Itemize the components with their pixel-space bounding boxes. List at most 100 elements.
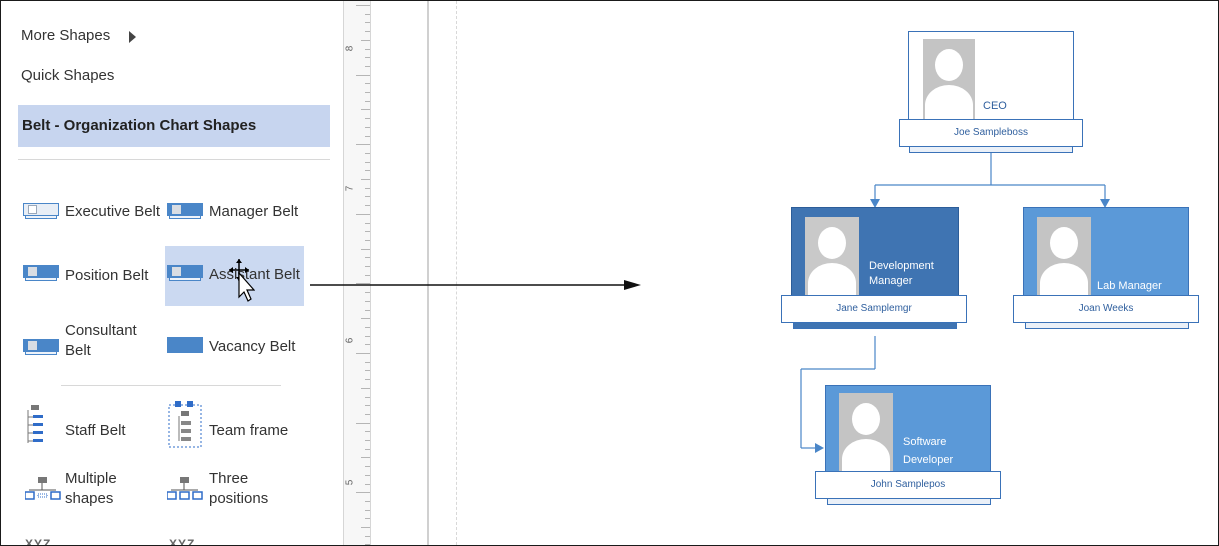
- ruler-tick: [365, 135, 370, 137]
- ruler-tick: [365, 448, 370, 450]
- ruler-tick: [361, 179, 370, 180]
- org-box-dev-manager[interactable]: Development Manager Jane Samplemgr: [781, 207, 973, 339]
- shape-three-positions[interactable]: Three positions: [167, 467, 307, 509]
- page-edge: [427, 1, 429, 545]
- ceo-photo-placeholder: [923, 39, 975, 119]
- ruler-tick: [365, 440, 370, 441]
- multiple-shapes-icon: [25, 477, 61, 500]
- stencil-title: Belt - Organization Chart Shapes: [22, 117, 257, 134]
- dev-manager-name-bar: Jane Samplemgr: [781, 295, 967, 323]
- position-belt-icon: [23, 265, 59, 281]
- shape-label: Staff Belt: [65, 422, 126, 439]
- shape-consultant-belt[interactable]: Consultant Belt: [23, 321, 158, 363]
- ruler-tick: [365, 544, 370, 545]
- ruler-tick: [365, 431, 370, 433]
- ruler-tick: [365, 126, 370, 128]
- ruler-tick: [365, 379, 370, 381]
- ruler-tick: [361, 527, 370, 528]
- ruler-tick: [365, 266, 370, 267]
- software-dev-title-line1: Software: [903, 436, 947, 448]
- ruler-tick: [361, 318, 370, 320]
- ruler-tick: [365, 500, 370, 502]
- ruler-tick: [365, 466, 370, 468]
- ruler-label: 5: [344, 479, 356, 486]
- ruler-tick: [365, 170, 370, 172]
- dev-manager-photo-placeholder: [805, 217, 859, 299]
- shape-xyz-1[interactable]: XYZ: [25, 537, 51, 545]
- ruler-tick: [365, 309, 370, 311]
- org-box-software-developer[interactable]: Software Developer John Samplepos: [815, 385, 1005, 517]
- quick-shapes-menu[interactable]: Quick Shapes: [21, 67, 114, 84]
- manager-belt-icon: [167, 203, 203, 219]
- dev-manager-title-line1: Development: [869, 260, 934, 272]
- ruler-tick: [365, 518, 370, 520]
- ruler-tick: [365, 48, 370, 50]
- shape-label-line2: positions: [209, 490, 269, 507]
- shape-label: Team frame: [209, 422, 289, 439]
- ruler-tick: [365, 326, 370, 328]
- ruler-tick: [365, 509, 370, 511]
- ruler-tick: [365, 100, 370, 102]
- ruler-tick: [361, 248, 370, 250]
- move-cursor-icon: [229, 259, 255, 302]
- shape-executive-belt[interactable]: Executive Belt: [23, 197, 160, 239]
- software-dev-name-bar: John Samplepos: [815, 471, 1001, 499]
- shape-position-belt[interactable]: Position Belt: [23, 263, 158, 305]
- ruler-tick: [356, 353, 370, 354]
- stencil-belt-org-chart[interactable]: Belt - Organization Chart Shapes: [18, 105, 330, 147]
- shape-multiple-shapes[interactable]: Multiple shapes: [23, 467, 158, 509]
- org-box-ceo[interactable]: CEO Joe Sampleboss: [899, 31, 1087, 157]
- ruler-tick: [365, 83, 370, 85]
- shape-label-line1: Consultant: [65, 322, 137, 339]
- ruler-tick: [365, 92, 370, 93]
- ruler-tick: [356, 74, 370, 76]
- ruler-tick: [365, 57, 370, 59]
- lab-manager-title: Lab Manager: [1097, 280, 1162, 292]
- ruler-tick: [365, 405, 370, 407]
- ruler-tick: [365, 413, 370, 415]
- three-positions-icon: [167, 477, 203, 500]
- dev-manager-foot: [793, 323, 957, 329]
- shape-manager-belt[interactable]: Manager Belt: [167, 197, 307, 239]
- shape-vacancy-belt[interactable]: Vacancy Belt: [167, 331, 307, 373]
- ruler-tick: [365, 161, 370, 163]
- org-box-lab-manager[interactable]: Lab Manager Joan Weeks: [1013, 207, 1203, 339]
- chevron-right-icon[interactable]: [129, 31, 136, 43]
- ruler-tick: [365, 344, 370, 346]
- shape-team-frame[interactable]: Team frame: [167, 401, 307, 448]
- ruler-tick: [356, 5, 370, 6]
- ruler-tick: [365, 196, 370, 198]
- shape-staff-belt[interactable]: Staff Belt: [23, 405, 158, 447]
- lab-manager-name-bar: Joan Weeks: [1013, 295, 1199, 323]
- ruler-label: 6: [344, 337, 356, 344]
- ruler-tick: [365, 187, 370, 189]
- ruler-tick: [365, 231, 370, 233]
- ruler-tick: [365, 239, 370, 241]
- ruler-tick: [365, 65, 370, 67]
- ruler-tick: [356, 213, 370, 215]
- divider: [18, 159, 330, 160]
- ruler-tick: [365, 474, 370, 476]
- shape-xyz-2[interactable]: XYZ: [169, 537, 195, 545]
- lab-manager-photo-placeholder: [1037, 217, 1091, 297]
- ruler-label: 8: [344, 45, 356, 52]
- ruler-tick: [361, 457, 370, 459]
- executive-belt-icon: [23, 203, 59, 219]
- staff-belt-icon: [27, 405, 43, 443]
- page-margin-guide: [456, 1, 457, 545]
- ruler-tick: [361, 387, 370, 389]
- ruler-label: 7: [344, 185, 356, 192]
- ruler-tick: [365, 257, 370, 259]
- ruler-tick: [365, 535, 370, 537]
- software-dev-title-line2: Developer: [903, 454, 954, 466]
- shapes-panel: More Shapes Quick Shapes Belt - Organiza…: [1, 1, 339, 545]
- shape-label-line2: shapes: [65, 490, 114, 507]
- more-shapes-menu[interactable]: More Shapes: [21, 27, 110, 44]
- ceo-name-bar: Joe Sampleboss: [899, 119, 1083, 147]
- ruler-tick: [365, 31, 370, 33]
- assistant-belt-icon: [167, 265, 203, 281]
- ruler-tick: [365, 483, 370, 485]
- ruler-tick: [365, 300, 370, 302]
- ruler-tick: [356, 422, 370, 424]
- team-frame-icon: [168, 401, 202, 448]
